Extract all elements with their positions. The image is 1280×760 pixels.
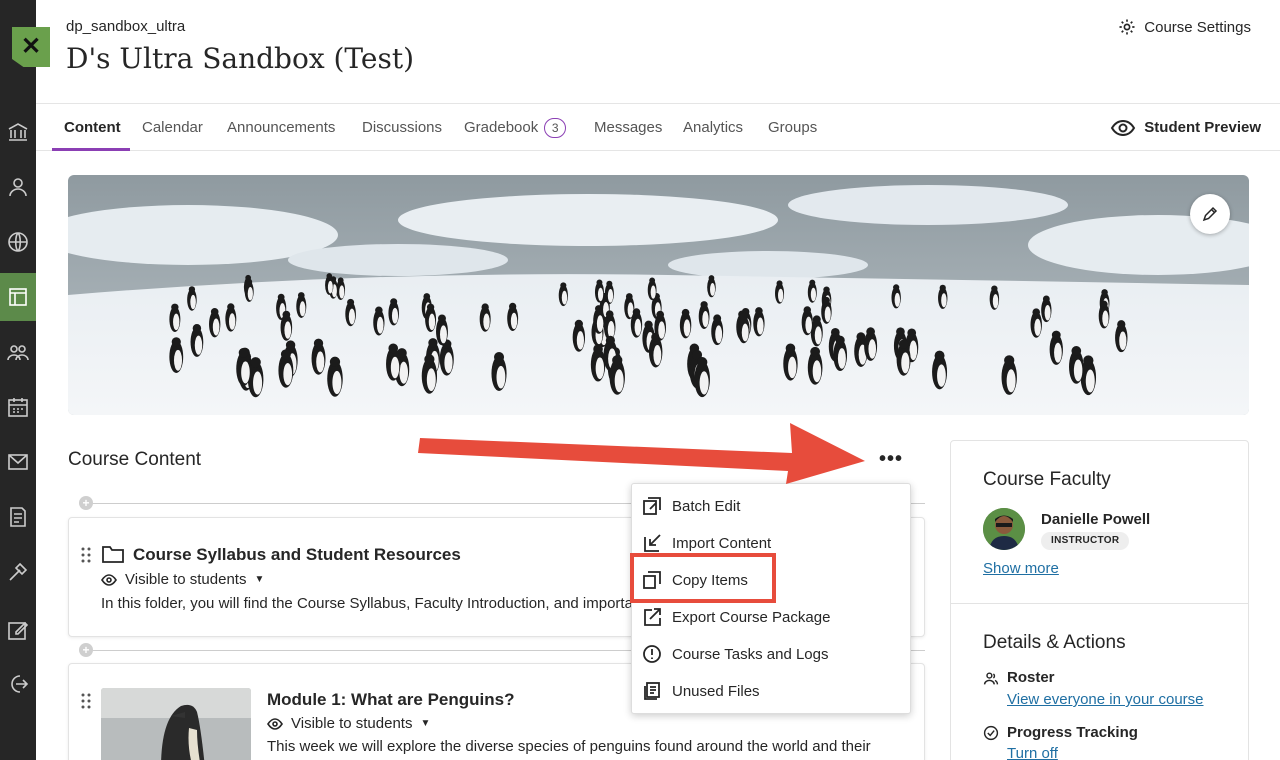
content-item-title[interactable]: Module 1: What are Penguins?: [267, 690, 514, 710]
course-id: dp_sandbox_ultra: [66, 18, 186, 35]
tab-groups[interactable]: Groups: [768, 104, 817, 151]
edit-banner-button[interactable]: [1190, 194, 1230, 234]
progress-tracking-item: Progress Tracking: [983, 724, 1138, 741]
folder-icon: [102, 546, 124, 563]
avatar[interactable]: [983, 508, 1025, 550]
tab-label: Content: [64, 119, 121, 136]
menu-item-label: Unused Files: [672, 682, 760, 700]
edit-icon[interactable]: [0, 608, 36, 652]
roster-item: Roster: [983, 669, 1055, 686]
pencil-icon: [1202, 206, 1218, 222]
menu-item-unused-files[interactable]: Unused Files: [642, 676, 760, 706]
view-roster-link[interactable]: View everyone in your course: [1007, 691, 1204, 708]
batch-edit-icon: [643, 497, 661, 515]
files-icon: [644, 682, 660, 700]
eye-icon: [267, 717, 283, 730]
tab-gradebook[interactable]: Gradebook 3: [464, 104, 567, 151]
menu-item-label: Course Tasks and Logs: [672, 645, 829, 663]
content-item-description: In this folder, you will find the Course…: [101, 595, 638, 612]
course-header: dp_sandbox_ultra D's Ultra Sandbox (Test…: [36, 0, 1280, 103]
tab-messages[interactable]: Messages: [594, 104, 662, 151]
more-options-button[interactable]: •••: [876, 446, 906, 472]
chevron-down-icon: ▼: [254, 574, 265, 585]
globe-icon[interactable]: [0, 220, 36, 264]
student-preview-label: Student Preview: [1144, 119, 1261, 136]
check-circle-icon: [983, 725, 999, 740]
active-tab-indicator: [52, 148, 130, 151]
export-icon: [644, 608, 661, 626]
course-page: ✕ dp_sandbox_ultra D's Ultra Sandbox (Te…: [0, 0, 1280, 760]
course-tabs: Content Calendar Announcements Discussio…: [36, 103, 1280, 151]
progress-tracking-label: Progress Tracking: [1007, 724, 1138, 741]
courses-icon[interactable]: [0, 273, 36, 321]
institution-icon[interactable]: [0, 110, 36, 154]
close-course-button[interactable]: ✕: [12, 27, 50, 67]
left-nav-rail: [0, 0, 36, 760]
drag-handle-icon[interactable]: [81, 693, 91, 709]
tab-label: Messages: [594, 119, 663, 136]
tab-discussions[interactable]: Discussions: [362, 104, 442, 151]
messages-icon[interactable]: [0, 440, 36, 484]
annotation-arrow: [418, 423, 865, 484]
drag-handle-icon[interactable]: [81, 547, 91, 563]
menu-item-label: Import Content: [672, 534, 772, 552]
sidebar-divider: [951, 603, 1248, 604]
student-preview-button[interactable]: Student Preview: [1110, 104, 1261, 151]
visibility-dropdown[interactable]: Visible to students ▼: [101, 571, 264, 588]
course-faculty-heading: Course Faculty: [983, 469, 1111, 490]
roster-icon: [983, 671, 999, 684]
gradebook-count-badge: 3: [544, 117, 567, 138]
tab-label: Gradebook: [464, 119, 539, 136]
add-content-icon[interactable]: +: [79, 496, 93, 510]
calendar-icon[interactable]: [0, 385, 36, 429]
close-icon: ✕: [20, 33, 42, 60]
tab-calendar[interactable]: Calendar: [142, 104, 203, 151]
course-settings-label: Course Settings: [1144, 18, 1251, 36]
tab-label: Analytics: [683, 119, 744, 136]
faculty-role-badge: INSTRUCTOR: [1041, 532, 1130, 550]
module-thumbnail: [101, 688, 251, 760]
menu-item-batch-edit[interactable]: Batch Edit: [642, 491, 740, 521]
add-content-icon[interactable]: +: [79, 643, 93, 657]
menu-item-label: Batch Edit: [672, 497, 741, 515]
turn-off-progress-link[interactable]: Turn off: [1007, 745, 1058, 760]
profile-icon[interactable]: [0, 165, 36, 209]
menu-item-label: Export Course Package: [672, 608, 831, 626]
roster-label: Roster: [1007, 669, 1055, 686]
course-settings-button[interactable]: Course Settings: [1118, 18, 1251, 36]
content-item-title[interactable]: Course Syllabus and Student Resources: [133, 545, 461, 565]
student-preview-icon: [1111, 119, 1136, 136]
tab-content[interactable]: Content: [64, 104, 121, 151]
tab-label: Announcements: [227, 119, 336, 136]
tab-label: Calendar: [142, 119, 203, 136]
course-sidebar: Course Faculty Danielle Powell INSTRUCTO…: [950, 440, 1249, 760]
show-more-link[interactable]: Show more: [983, 560, 1059, 577]
chevron-down-icon: ▼: [420, 718, 431, 729]
grades-icon[interactable]: [0, 495, 36, 539]
visibility-dropdown[interactable]: Visible to students ▼: [267, 715, 430, 732]
import-icon: [644, 534, 661, 552]
content-item-description: This week we will explore the diverse sp…: [267, 738, 871, 755]
alert-circle-icon: [643, 645, 661, 663]
menu-item-export-course-package[interactable]: Export Course Package: [642, 602, 830, 632]
tab-analytics[interactable]: Analytics: [683, 104, 743, 151]
menu-item-course-tasks-and-logs[interactable]: Course Tasks and Logs: [642, 639, 828, 669]
details-actions-heading: Details & Actions: [983, 632, 1126, 653]
tab-label: Discussions: [362, 119, 443, 136]
tab-announcements[interactable]: Announcements: [227, 104, 335, 151]
tools-icon[interactable]: [0, 550, 36, 594]
course-content-title: Course Content: [68, 449, 202, 470]
groups-icon[interactable]: [0, 330, 36, 374]
gear-icon: [1119, 19, 1135, 35]
visibility-label: Visible to students: [291, 715, 413, 732]
visibility-label: Visible to students: [125, 571, 247, 588]
course-banner-image: [68, 175, 1249, 415]
sign-out-icon[interactable]: [0, 662, 36, 706]
tab-label: Groups: [768, 119, 818, 136]
faculty-name[interactable]: Danielle Powell: [1041, 511, 1150, 528]
page-title: D's Ultra Sandbox (Test): [66, 42, 415, 75]
eye-icon: [101, 573, 117, 586]
copy-items-highlight-box: [630, 553, 776, 603]
